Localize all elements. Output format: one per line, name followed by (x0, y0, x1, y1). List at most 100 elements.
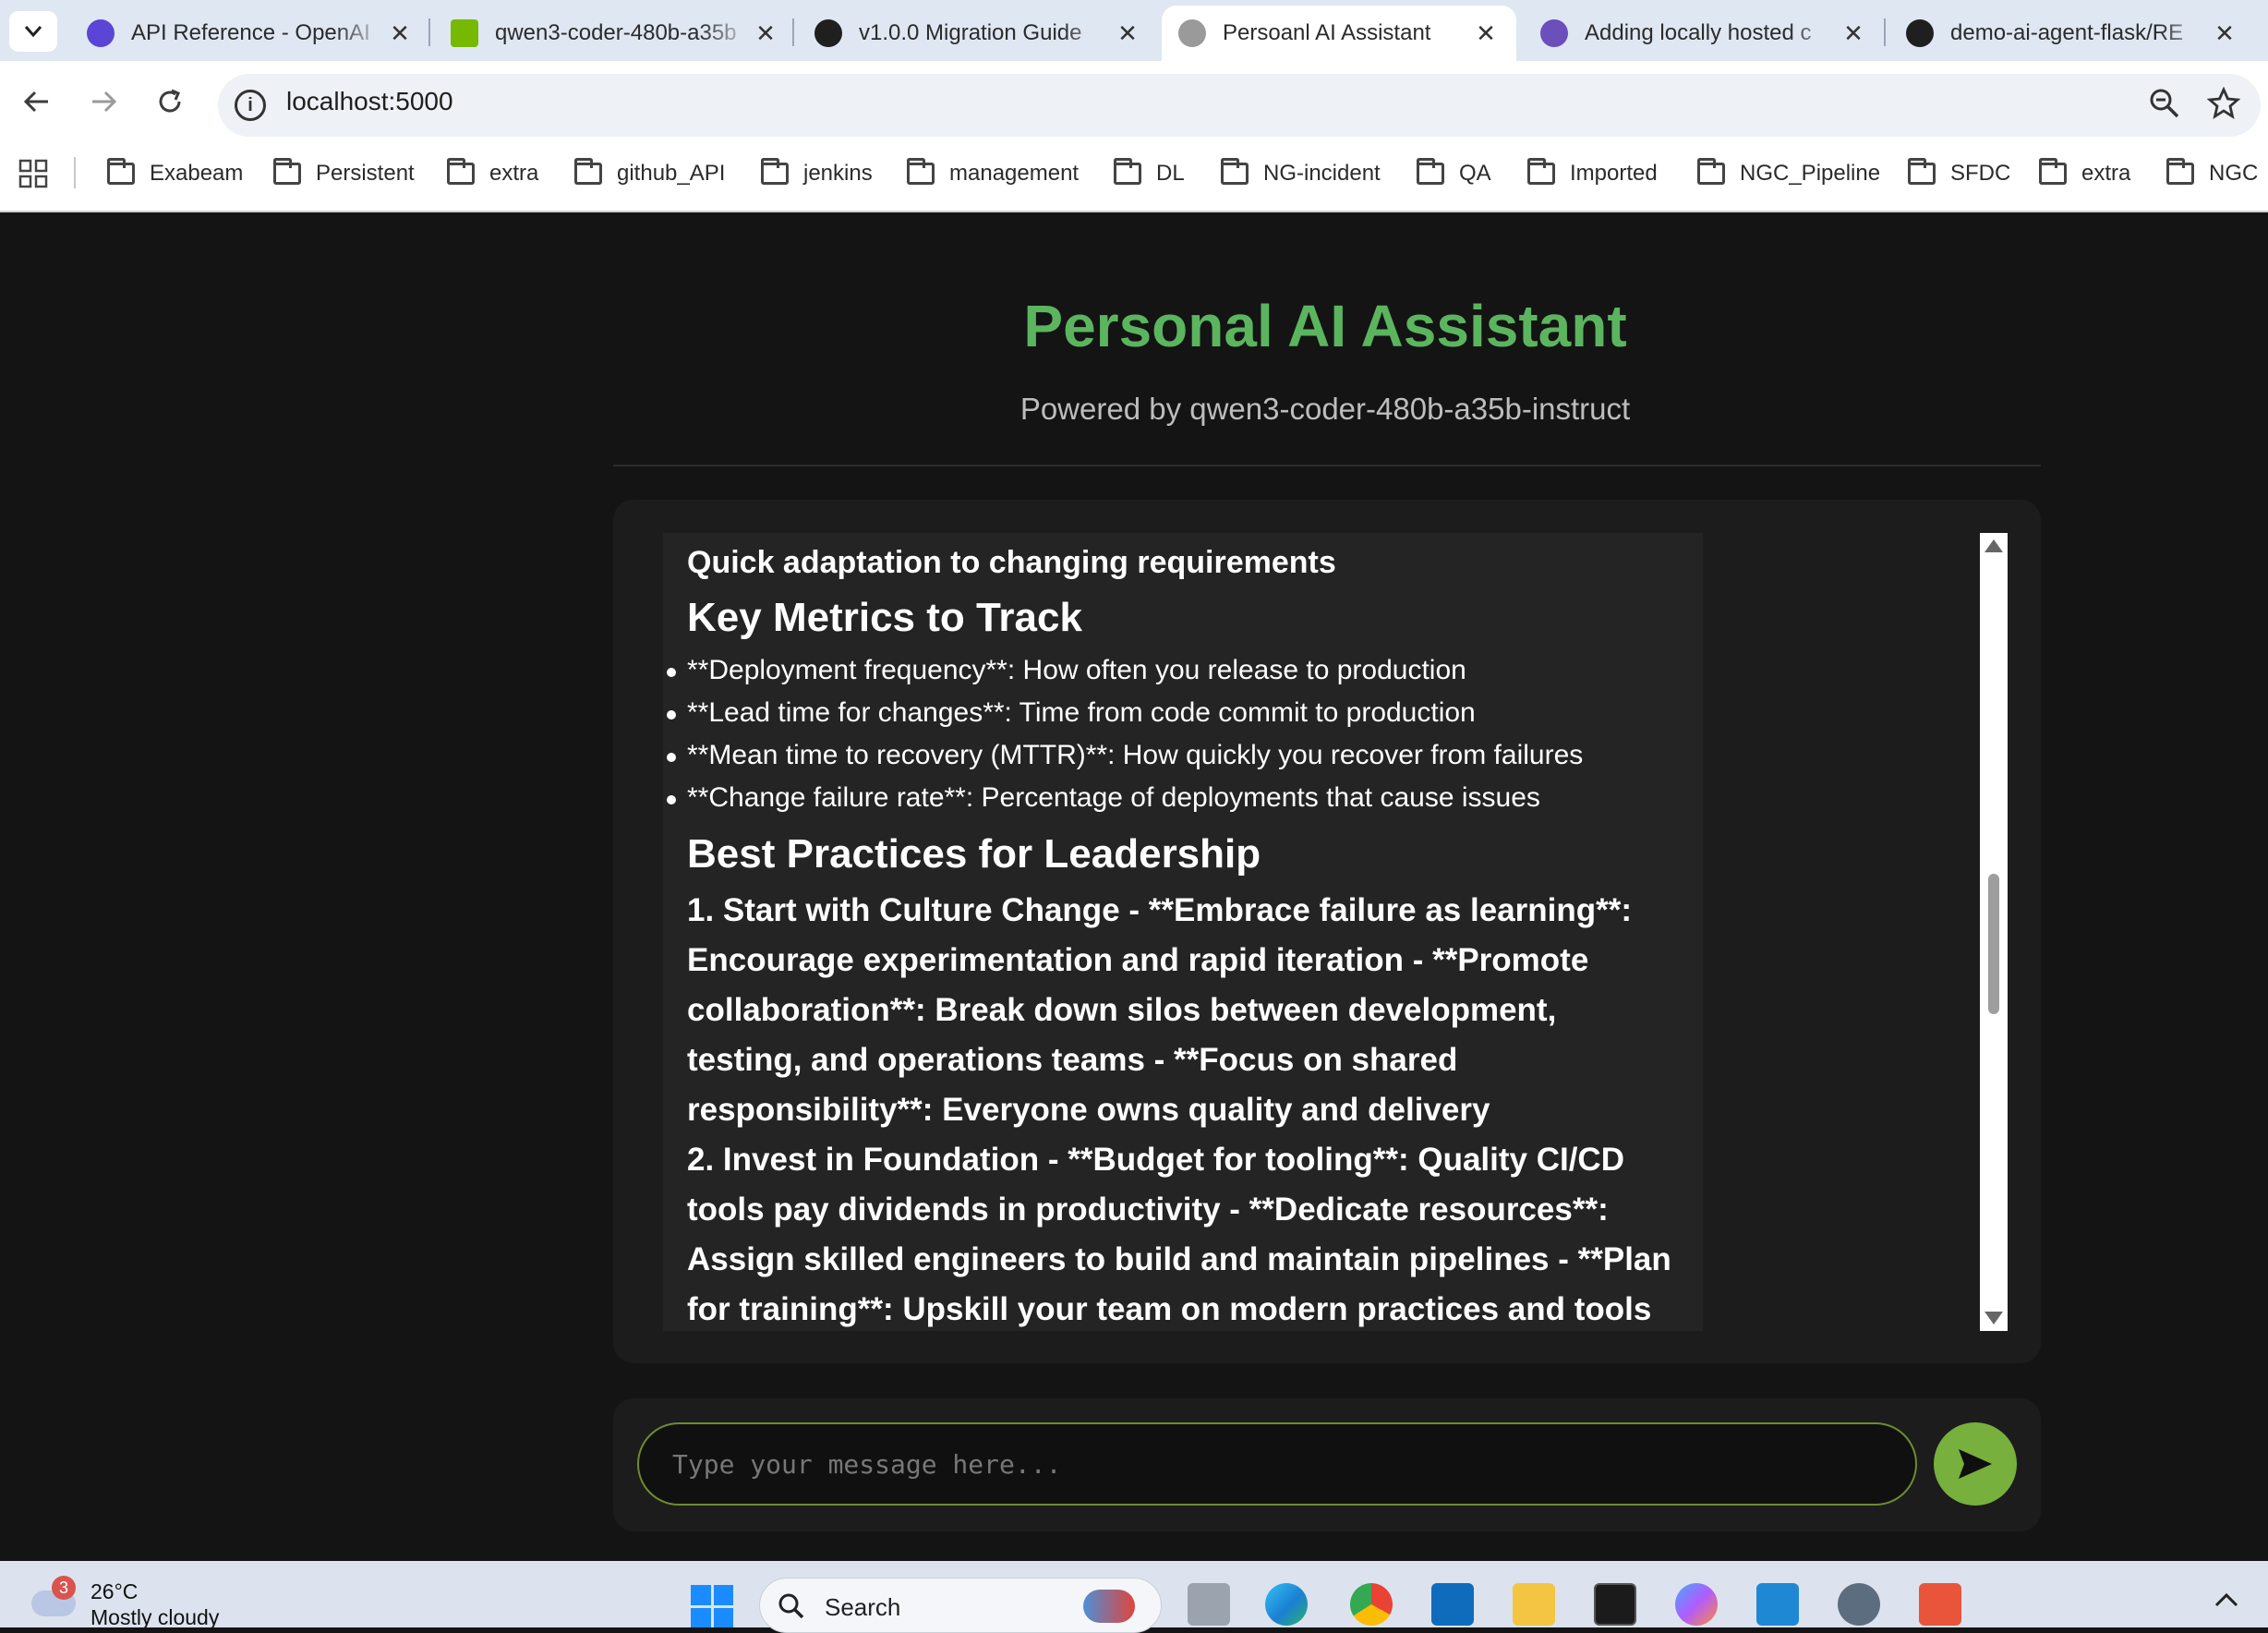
bookmark-imported[interactable]: Imported (1527, 155, 1658, 192)
copilot-icon[interactable] (1675, 1583, 1718, 1626)
list-item: **Mean time to recovery (MTTR)**: How qu… (667, 734, 1679, 777)
bookmark-extra-2[interactable]: extra (2039, 155, 2130, 192)
arrow-right-icon (92, 91, 117, 113)
zoom-icon[interactable] (2148, 87, 2181, 125)
bookmark-extra[interactable]: extra (447, 155, 538, 192)
reload-icon (159, 89, 181, 113)
forward-button[interactable] (85, 87, 122, 124)
address-bar[interactable] (218, 74, 2261, 137)
folder-icon (1527, 158, 1555, 185)
tab-api-reference[interactable]: API Reference - OpenAI ✕ (70, 6, 430, 61)
close-icon[interactable]: ✕ (2211, 19, 2238, 48)
back-button[interactable] (18, 87, 55, 124)
github-icon (1906, 19, 1934, 47)
practice-item: 2. Invest in Foundation - **Budget for t… (687, 1142, 1671, 1327)
taskbar-search[interactable]: Search (759, 1578, 1162, 1633)
file-explorer-icon[interactable] (1513, 1583, 1555, 1626)
github-icon (1540, 19, 1568, 47)
tab-migration-guide[interactable]: v1.0.0 Migration Guide ✕ (798, 6, 1158, 61)
bookmark-dl[interactable]: DL (1114, 155, 1185, 192)
outlook-icon[interactable] (1431, 1583, 1474, 1626)
tab-adding-locally[interactable]: Adding locally hosted c ✕ (1524, 6, 1884, 61)
folder-icon (1221, 158, 1249, 185)
tab-personal-ai[interactable]: Persoanl AI Assistant ✕ (1162, 6, 1516, 61)
scroll-down-arrow-icon[interactable] (1984, 1312, 2003, 1325)
github-icon (814, 19, 842, 47)
nvidia-icon (451, 19, 478, 47)
weather-desc: Mostly cloudy (90, 1605, 220, 1627)
send-button[interactable] (1934, 1422, 2017, 1506)
message-heading: Best Practices for Leadership (687, 831, 1261, 877)
bookmark-management[interactable]: management (907, 155, 1079, 192)
scrollbar-thumb[interactable] (1988, 874, 1999, 1014)
tab-qwen[interactable]: qwen3-coder-480b-a35b ✕ (434, 6, 796, 61)
header-divider (613, 465, 2041, 466)
folder-icon (2166, 158, 2194, 185)
folder-icon (1908, 158, 1936, 185)
task-view-icon[interactable] (1188, 1583, 1230, 1626)
folder-icon (1417, 158, 1444, 185)
message-input[interactable] (637, 1422, 1917, 1506)
close-icon[interactable]: ✕ (386, 19, 414, 48)
search-label: Search (825, 1593, 901, 1621)
folder-icon (1114, 158, 1141, 185)
folder-icon (447, 158, 475, 185)
bookmark-star-icon[interactable] (2206, 86, 2241, 125)
page-subtitle: Powered by qwen3-coder-480b-a35b-instruc… (1019, 392, 1631, 426)
reload-button[interactable] (151, 87, 188, 124)
folder-icon (2039, 158, 2067, 185)
search-highlight-icon (1083, 1590, 1135, 1623)
globe-icon (1178, 19, 1206, 47)
apps-grid-icon[interactable] (18, 159, 48, 193)
folder-icon (761, 158, 789, 185)
list-item: **Deployment frequency**: How often you … (667, 649, 1679, 692)
bookmark-ng-incident[interactable]: NG-incident (1221, 155, 1381, 192)
scroll-up-arrow-icon[interactable] (1984, 539, 2003, 552)
arrow-left-icon (23, 91, 48, 113)
message-heading: Key Metrics to Track (687, 595, 1082, 640)
folder-icon (907, 158, 935, 185)
url-text[interactable]: localhost:5000 (286, 87, 453, 116)
vscode-icon[interactable] (1756, 1583, 1799, 1626)
tab-search-button[interactable] (9, 11, 57, 52)
bookmark-jenkins[interactable]: jenkins (761, 155, 873, 192)
windows-start-icon[interactable] (691, 1585, 733, 1627)
bookmark-exabeam[interactable]: Exabeam (107, 155, 243, 192)
list-item: **Lead time for changes**: Time from cod… (667, 692, 1679, 734)
app-icon[interactable] (1919, 1583, 1961, 1626)
close-icon[interactable]: ✕ (1114, 19, 1141, 48)
terminal-icon[interactable] (1594, 1583, 1636, 1626)
send-icon (1959, 1449, 1992, 1479)
toolbar-border (0, 211, 2268, 212)
weather-temp: 26°C (90, 1579, 139, 1603)
page-title: Personal AI Assistant (1023, 293, 1627, 359)
openai-icon (87, 19, 115, 47)
bookmark-sfdc[interactable]: SFDC (1908, 155, 2010, 192)
bookmark-persistent[interactable]: Persistent (273, 155, 415, 192)
settings-gear-icon[interactable] (1838, 1583, 1880, 1626)
chrome-icon[interactable] (1350, 1583, 1393, 1626)
close-icon[interactable]: ✕ (1472, 19, 1500, 48)
weather-widget[interactable]: 3 26°C Mostly cloudy (28, 1570, 240, 1627)
bookmarks-divider (74, 157, 76, 188)
folder-icon (1697, 158, 1725, 185)
folder-icon (107, 158, 135, 185)
site-info-icon[interactable]: i (235, 90, 266, 121)
edge-icon[interactable] (1265, 1583, 1308, 1626)
folder-icon (574, 158, 602, 185)
bookmark-ngc-pipeline[interactable]: NGC_Pipeline (1697, 155, 1880, 192)
bookmark-ngc[interactable]: NGC (2166, 155, 2258, 192)
chevron-down-icon (24, 26, 42, 38)
close-icon[interactable]: ✕ (752, 19, 779, 48)
notification-badge: 3 (52, 1576, 76, 1600)
show-hidden-icons-chevron-icon[interactable] (2213, 1591, 2240, 1614)
metrics-list: **Deployment frequency**: How often you … (667, 649, 1679, 819)
folder-icon (273, 158, 301, 185)
bookmark-qa[interactable]: QA (1417, 155, 1491, 192)
list-item: **Change failure rate**: Percentage of d… (667, 777, 1679, 819)
close-icon[interactable]: ✕ (1840, 19, 1867, 48)
bookmark-github-api[interactable]: github_API (574, 155, 725, 192)
search-icon (778, 1593, 804, 1619)
tab-demo-ai-agent[interactable]: demo-ai-agent-flask/RE ✕ (1889, 6, 2255, 61)
assistant-message: Quick adaptation to changing requirement… (663, 533, 1703, 1331)
